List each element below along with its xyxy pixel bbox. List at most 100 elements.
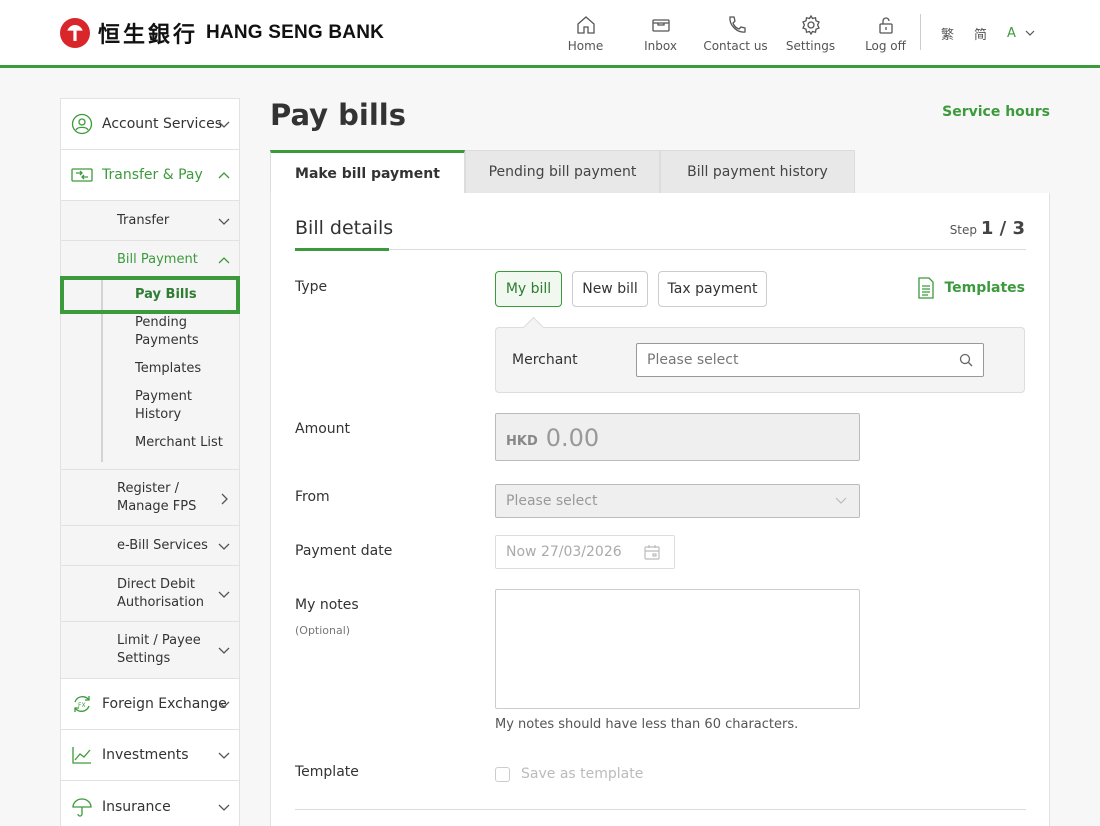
submenu-spacer: [61, 462, 239, 470]
nav-settings[interactable]: Settings: [773, 12, 848, 53]
from-label: From: [295, 489, 330, 505]
nav-logoff[interactable]: Log off: [848, 12, 923, 53]
sidebar-item-investments[interactable]: Investments: [61, 730, 239, 781]
merchant-placeholder: Please select: [647, 352, 739, 368]
foreign-exchange-icon: FX: [74, 696, 90, 712]
user-icon: [71, 113, 93, 135]
sidebar-label-transfer-pay: Transfer & Pay: [102, 167, 203, 183]
nav-inbox[interactable]: Inbox: [623, 12, 698, 53]
type-tax-payment-button[interactable]: Tax payment: [658, 271, 767, 307]
chevron-down-icon: [218, 591, 230, 598]
from-account-select[interactable]: Please select: [495, 484, 860, 518]
top-nav: Home Inbox Contact us Settings Log off: [548, 12, 923, 53]
sidebar-label-insurance: Insurance: [102, 798, 171, 815]
sidebar-item-insurance[interactable]: Insurance: [61, 781, 239, 826]
section-title: Bill details: [295, 217, 394, 239]
chart-line-icon: [72, 747, 91, 764]
section-underline: [295, 248, 1026, 251]
inbox-icon: [651, 19, 670, 32]
search-icon: [959, 353, 973, 367]
page-title: Pay bills: [270, 98, 406, 132]
step-label: Step: [949, 223, 978, 237]
bank-logo[interactable]: 恒生銀行 HANG SENG BANK: [60, 17, 384, 49]
bank-logo-icon: [60, 18, 90, 48]
lock-icon: [878, 17, 893, 34]
nav-settings-label: Settings: [785, 39, 836, 53]
chevron-down-icon: [218, 121, 230, 128]
step-value: 1 / 3: [980, 218, 1025, 239]
bank-name-en: HANG SENG BANK: [206, 22, 385, 43]
nav-divider: [920, 14, 921, 50]
notes-textarea[interactable]: [495, 589, 860, 709]
phone-icon: [728, 16, 746, 33]
font-size-label: A: [1007, 26, 1016, 41]
sidebar-item-templates[interactable]: Templates: [103, 358, 239, 386]
templates-link-label: Templates: [944, 280, 1025, 296]
type-new-bill-button[interactable]: New bill: [572, 271, 648, 307]
tab-make-bill-payment[interactable]: Make bill payment: [270, 150, 465, 194]
chevron-down-icon: [1025, 30, 1035, 36]
nav-contact-label: Contact us: [703, 39, 768, 53]
sidebar-item-register-fps[interactable]: Register / Manage FPS: [61, 470, 239, 526]
sidebar-label-ebill: e-Bill Services: [117, 538, 208, 553]
sidebar-item-bill-payment[interactable]: Bill Payment: [61, 241, 239, 278]
sidebar-item-direct-debit[interactable]: Direct Debit Authorisation: [61, 566, 239, 622]
step-indicator: Step 1 / 3: [950, 218, 1025, 239]
nav-logoff-label: Log off: [865, 39, 906, 53]
bank-name-cn: 恒生銀行: [98, 22, 199, 48]
nav-inbox-label: Inbox: [644, 39, 677, 53]
nav-home[interactable]: Home: [548, 12, 623, 53]
lang-traditional[interactable]: 繁: [941, 24, 954, 43]
home-icon: [576, 16, 595, 34]
sidebar-item-limit-payee[interactable]: Limit / Payee Settings: [61, 622, 239, 678]
sidebar-item-ebill[interactable]: e-Bill Services: [61, 526, 239, 566]
chevron-down-icon: [835, 497, 847, 504]
sidebar-item-account-services[interactable]: Account Services: [61, 99, 239, 150]
chevron-down-icon: [218, 752, 230, 759]
sidebar-label-investments: Investments: [102, 747, 189, 763]
templates-link[interactable]: Templates: [917, 277, 1025, 299]
sidebar-item-merchant-list[interactable]: Merchant List: [103, 432, 239, 462]
sidebar-label-bill-payment: Bill Payment: [117, 252, 198, 267]
chevron-down-icon: [218, 543, 230, 550]
payment-date-input[interactable]: Now 27/03/2026: [495, 535, 675, 569]
sidebar-label-limit-payee: Limit / Payee Settings: [117, 633, 201, 666]
payment-date-value: Now 27/03/2026: [506, 544, 622, 560]
chevron-down-icon: [218, 804, 230, 811]
chevron-up-icon: [218, 256, 230, 263]
svg-text:FX: FX: [78, 702, 86, 709]
umbrella-icon: [72, 797, 92, 817]
sidebar-item-foreign-exchange[interactable]: FX Foreign Exchange: [61, 679, 239, 730]
header: 恒生銀行 HANG SENG BANK Home Inbox Contact u…: [0, 0, 1100, 68]
sidebar-label-account-services: Account Services: [102, 116, 223, 132]
sidebar-label-foreign-exchange: Foreign Exchange: [102, 696, 227, 712]
sidebar-item-pending-payments[interactable]: Pending Payments: [103, 312, 213, 358]
sidebar: Account Services Transfer & Pay Transfer…: [60, 98, 240, 826]
type-my-bill-button[interactable]: My bill: [495, 271, 562, 307]
chevron-down-icon: [218, 701, 230, 708]
sidebar-item-transfer[interactable]: Transfer: [61, 201, 239, 241]
service-hours-link[interactable]: Service hours: [942, 104, 1050, 120]
tab-pending-bill-payment[interactable]: Pending bill payment: [465, 150, 660, 194]
bill-details-card: Bill details Step 1 / 3 Type My bill New…: [270, 193, 1050, 826]
chevron-up-icon: [218, 172, 230, 179]
merchant-search-input[interactable]: Please select: [636, 343, 984, 377]
gear-icon: [801, 14, 820, 36]
save-template-label: Save as template: [521, 766, 644, 782]
sidebar-item-payment-history[interactable]: Payment History: [103, 386, 203, 432]
sidebar-label-transfer: Transfer: [117, 213, 170, 228]
save-template-checkbox[interactable]: Save as template: [495, 766, 643, 782]
tab-bar: Make bill payment Pending bill payment B…: [270, 150, 855, 194]
checkbox-box[interactable]: [495, 766, 510, 782]
lang-simplified[interactable]: 简: [974, 24, 987, 43]
chevron-down-icon: [218, 647, 230, 654]
tab-bill-payment-history[interactable]: Bill payment history: [660, 150, 855, 194]
sidebar-transfer-pay-submenu: Transfer Bill Payment Pay Bills Pending …: [61, 201, 239, 679]
language-switcher: 繁 简 A: [941, 24, 1035, 43]
font-size-selector[interactable]: A: [1007, 26, 1035, 41]
nav-contact[interactable]: Contact us: [698, 12, 773, 53]
sidebar-item-transfer-pay[interactable]: Transfer & Pay: [61, 150, 239, 201]
sidebar-label-direct-debit: Direct Debit Authorisation: [117, 576, 205, 610]
nav-home-label: Home: [567, 39, 604, 53]
amount-input[interactable]: HKD 0.00: [495, 413, 860, 461]
